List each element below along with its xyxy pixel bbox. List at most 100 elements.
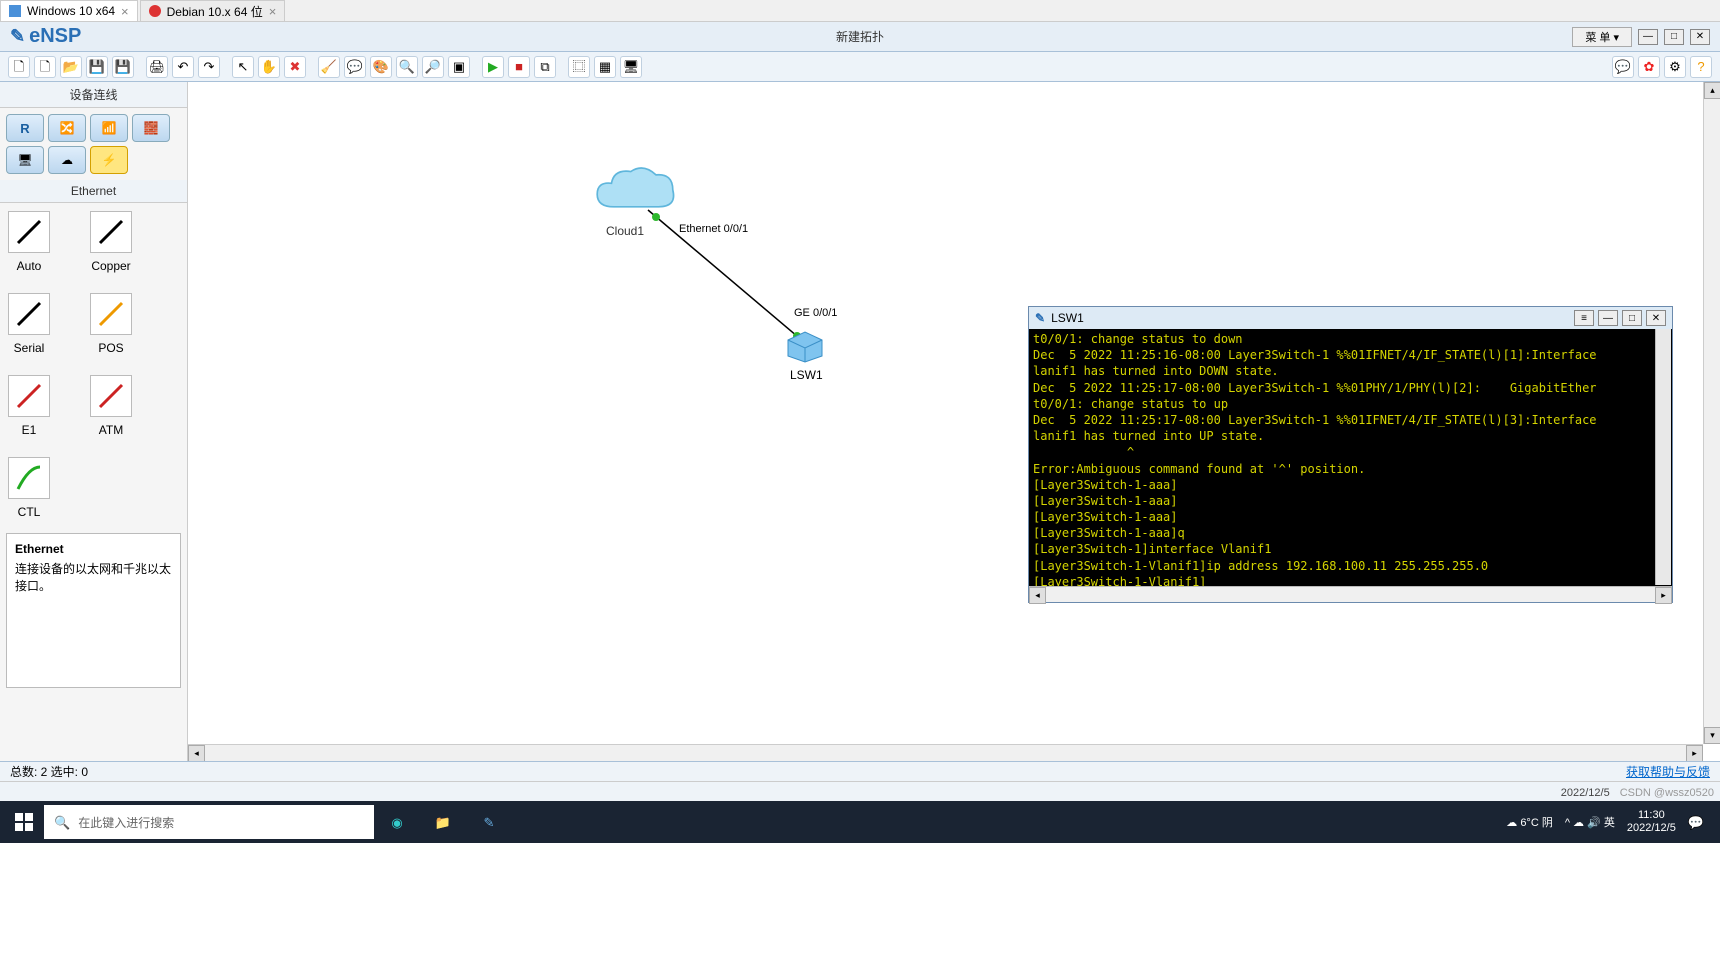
close-button[interactable]: ✕ (1690, 29, 1710, 45)
app-titlebar: ✎ eNSP 新建拓扑 菜 单 ▾ — □ ✕ (0, 22, 1720, 52)
pc-category[interactable]: 🖥 (6, 146, 44, 174)
cable-serial[interactable]: Serial (8, 293, 50, 355)
maximize-button[interactable]: □ (1664, 29, 1684, 45)
scroll-left-icon[interactable]: ◂ (188, 745, 205, 761)
main: 设备连线 R 🔀 📶 🧱 🖥 ☁ ⚡ Ethernet Auto Copper … (0, 82, 1720, 761)
app-logo: ✎ eNSP (10, 25, 81, 48)
cloud-label: Cloud1 (606, 224, 644, 238)
router-category[interactable]: R (6, 114, 44, 142)
terminal-maximize-button[interactable]: □ (1622, 310, 1642, 326)
notifications-icon[interactable]: 💬 (1688, 816, 1704, 829)
broom-button[interactable]: 🧹 (318, 56, 340, 78)
settings-button[interactable]: ⚙ (1664, 56, 1686, 78)
taskbar-edge[interactable]: ◉ (374, 802, 420, 842)
select-button[interactable]: ↖ (232, 56, 254, 78)
delete-button[interactable]: ✖ (284, 56, 306, 78)
redo-button[interactable]: ↷ (198, 56, 220, 78)
sidebar-devices-title: 设备连线 (0, 82, 187, 108)
taskbar-ensp[interactable]: ✎ (466, 802, 512, 842)
cable-e1[interactable]: E1 (8, 375, 50, 437)
open-button[interactable]: 📂 (60, 56, 82, 78)
taskbar-search[interactable]: 🔍 在此键入进行搜索 (44, 805, 374, 839)
info-desc: 连接设备的以太网和千兆以太接口。 (15, 560, 172, 594)
huawei-button[interactable]: ✿ (1638, 56, 1660, 78)
switch-category[interactable]: 🔀 (48, 114, 86, 142)
cable-pos[interactable]: POS (90, 293, 132, 355)
layout-button[interactable]: ⿴ (568, 56, 590, 78)
cable-copper[interactable]: Copper (90, 211, 132, 273)
switch-label: LSW1 (790, 368, 823, 382)
secondary-status: 2022/12/5 CSDN @wssz0520 (0, 781, 1720, 801)
zoom-in-button[interactable]: 🔍 (396, 56, 418, 78)
start-button[interactable]: ▶ (482, 56, 504, 78)
windows-icon (15, 813, 33, 831)
undo-button[interactable]: ↶ (172, 56, 194, 78)
capture-button[interactable]: ⧉ (534, 56, 556, 78)
new-button[interactable]: 🗋 (34, 56, 56, 78)
save-button[interactable]: 💾 (86, 56, 108, 78)
terminal-window[interactable]: ✎ LSW1 ≡ — □ ✕ t0/0/1: change status to … (1028, 306, 1673, 603)
sidebar: 设备连线 R 🔀 📶 🧱 🖥 ☁ ⚡ Ethernet Auto Copper … (0, 82, 188, 761)
canvas-hscrollbar[interactable]: ◂ ▸ (188, 744, 1703, 761)
fit-button[interactable]: ▣ (448, 56, 470, 78)
vm-tab-debian[interactable]: Debian 10.x 64 位 × (140, 0, 286, 21)
status-bar: 总数: 2 选中: 0 获取帮助与反馈 (0, 761, 1720, 781)
canvas-vscrollbar[interactable]: ▴ ▾ (1703, 82, 1720, 744)
scroll-up-icon[interactable]: ▴ (1704, 82, 1720, 99)
close-icon[interactable]: × (121, 5, 129, 18)
sidebar-info: Ethernet 连接设备的以太网和千兆以太接口。 (6, 533, 181, 688)
help-button[interactable]: ? (1690, 56, 1712, 78)
minimize-button[interactable]: — (1638, 29, 1658, 45)
footer-date: 2022/12/5 (1561, 787, 1610, 799)
vm-tab-windows[interactable]: Windows 10 x64 × (0, 0, 138, 21)
display-button[interactable]: 🖥 (620, 56, 642, 78)
zoom-out-button[interactable]: 🔎 (422, 56, 444, 78)
chat-button[interactable]: 💬 (1612, 56, 1634, 78)
tray-icons[interactable]: ^ ☁ 🔊 英 (1565, 814, 1615, 830)
menu-button[interactable]: 菜 单 ▾ (1572, 27, 1632, 47)
terminal-titlebar[interactable]: ✎ LSW1 ≡ — □ ✕ (1029, 307, 1672, 329)
firewall-category[interactable]: 🧱 (132, 114, 170, 142)
cloud-node[interactable] (593, 162, 677, 218)
taskbar-explorer[interactable]: 📁 (420, 802, 466, 842)
help-feedback-link[interactable]: 获取帮助与反馈 (1626, 763, 1710, 780)
app-name: eNSP (29, 25, 81, 48)
stop-button[interactable]: ■ (508, 56, 530, 78)
topology-canvas[interactable]: Cloud1 Ethernet 0/0/1 GE 0/0/1 LSW1 ✎ LS… (188, 82, 1720, 761)
grid-button[interactable]: ▦ (594, 56, 616, 78)
link-svg (188, 82, 1008, 482)
sidebar-ethernet-title: Ethernet (0, 180, 187, 203)
system-tray[interactable]: ☁ 6°C 阴 ^ ☁ 🔊 英 11:30 2022/12/5 💬 (1506, 809, 1716, 835)
close-icon[interactable]: × (269, 5, 277, 18)
new-topology-button[interactable]: 🗋 (8, 56, 30, 78)
text-button[interactable]: 💬 (344, 56, 366, 78)
terminal-hscrollbar[interactable]: ◂ ▸ (1029, 586, 1672, 602)
pan-button[interactable]: ✋ (258, 56, 280, 78)
terminal-close-button[interactable]: ✕ (1646, 310, 1666, 326)
scroll-down-icon[interactable]: ▾ (1704, 727, 1720, 744)
terminal-output[interactable]: t0/0/1: change status to down Dec 5 2022… (1029, 329, 1672, 586)
weather-widget[interactable]: ☁ 6°C 阴 (1506, 814, 1553, 830)
wlan-category[interactable]: 📶 (90, 114, 128, 142)
windows-taskbar: 🔍 在此键入进行搜索 ◉ 📁 ✎ ☁ 6°C 阴 ^ ☁ 🔊 英 11:30 2… (0, 801, 1720, 843)
print-button[interactable]: 🖨 (146, 56, 168, 78)
terminal-vscrollbar[interactable] (1655, 329, 1671, 585)
switch-node[interactable] (784, 330, 826, 364)
document-title: 新建拓扑 (836, 28, 884, 45)
scroll-right-icon[interactable]: ▸ (1686, 745, 1703, 761)
cloud-category[interactable]: ☁ (48, 146, 86, 174)
scroll-left-icon[interactable]: ◂ (1029, 587, 1046, 604)
terminal-minimize-button[interactable]: — (1598, 310, 1618, 326)
iface-bottom-label: GE 0/0/1 (794, 307, 837, 319)
cable-ctl[interactable]: CTL (8, 457, 50, 519)
taskbar-clock[interactable]: 11:30 2022/12/5 (1627, 809, 1676, 835)
scroll-right-icon[interactable]: ▸ (1655, 587, 1672, 604)
cable-atm[interactable]: ATM (90, 375, 132, 437)
save-as-button[interactable]: 💾 (112, 56, 134, 78)
palette-button[interactable]: 🎨 (370, 56, 392, 78)
terminal-options-button[interactable]: ≡ (1574, 310, 1594, 326)
ensp-icon: ✎ (10, 26, 25, 47)
connection-category[interactable]: ⚡ (90, 146, 128, 174)
cable-auto[interactable]: Auto (8, 211, 50, 273)
start-button[interactable] (4, 804, 44, 840)
